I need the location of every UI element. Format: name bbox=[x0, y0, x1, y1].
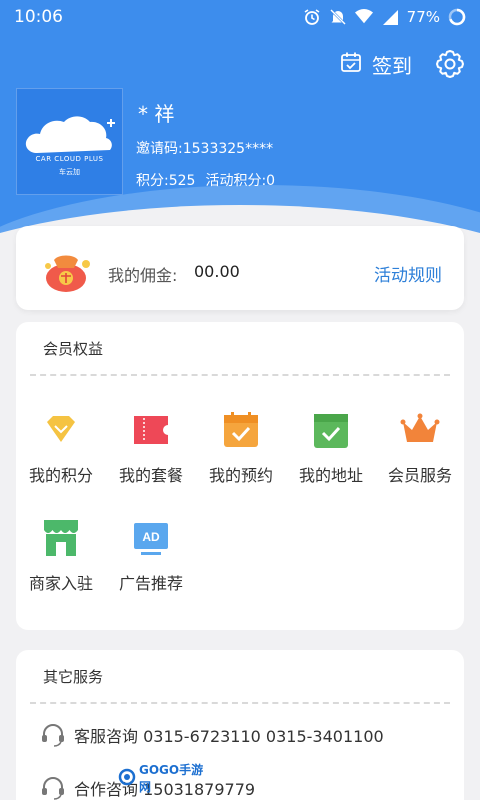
benefit-label: 广告推荐 bbox=[118, 574, 183, 593]
signal-icon bbox=[381, 8, 399, 26]
signin-button[interactable]: 签到 bbox=[340, 50, 412, 79]
benefit-label: 我的预约 bbox=[208, 466, 273, 485]
battery-icon bbox=[448, 8, 466, 26]
headset-icon bbox=[42, 777, 64, 800]
watermark-text: GOGO手游网 bbox=[139, 763, 204, 794]
service-row-customer[interactable]: 客服咨询 0315-6723110 0315-3401100 bbox=[40, 722, 384, 748]
user-name: * 祥 bbox=[138, 102, 175, 126]
commission-card: 我的佣金: 00.00 活动规则 bbox=[16, 226, 464, 310]
alarm-icon bbox=[303, 8, 321, 26]
gear-icon bbox=[436, 50, 464, 78]
status-bar: 10:06 77% bbox=[0, 0, 480, 34]
signin-label: 签到 bbox=[372, 54, 412, 78]
points-row: 积分:525 活动积分:0 bbox=[136, 170, 275, 190]
activity-points: 活动积分:0 bbox=[205, 173, 276, 189]
crown-icon bbox=[400, 413, 440, 442]
benefits-card: 会员权益 我的积分 我的套餐 我的预约 我的地址 会员服务 商家入驻 AD 广告… bbox=[16, 322, 464, 630]
benefit-item-member-service[interactable]: 会员服务 bbox=[378, 410, 462, 486]
commission-label: 我的佣金: bbox=[108, 266, 178, 285]
watermark: GOGO手游网 bbox=[118, 763, 208, 794]
benefit-label: 我的积分 bbox=[28, 466, 93, 485]
benefits-title: 会员权益 bbox=[43, 340, 104, 358]
benefit-item-points[interactable]: 我的积分 bbox=[19, 410, 103, 486]
ad-screen-icon: AD bbox=[134, 523, 168, 555]
benefit-item-ads[interactable]: AD 广告推荐 bbox=[109, 518, 193, 594]
headset-icon bbox=[42, 724, 64, 747]
mute-icon bbox=[329, 8, 347, 26]
divider bbox=[30, 702, 450, 704]
commission-value: 00.00 bbox=[194, 262, 240, 281]
logo-subtext: 车云加 bbox=[59, 168, 80, 176]
money-bag-icon bbox=[45, 255, 90, 292]
benefit-item-package[interactable]: 我的套餐 bbox=[109, 410, 193, 486]
svg-text:AD: AD bbox=[142, 530, 160, 544]
invite-code: 邀请码:1533325**** bbox=[136, 141, 274, 157]
benefit-item-booking[interactable]: 我的预约 bbox=[199, 410, 283, 486]
activity-rules-link[interactable]: 活动规则 bbox=[374, 261, 442, 286]
benefit-label: 商家入驻 bbox=[28, 574, 93, 593]
benefit-item-merchant[interactable]: 商家入驻 bbox=[19, 518, 103, 594]
battery-percent: 77% bbox=[406, 8, 440, 26]
service-text: 客服咨询 0315-6723110 0315-3401100 bbox=[74, 727, 384, 746]
ticket-icon bbox=[134, 416, 168, 444]
diamond-icon bbox=[47, 416, 75, 442]
watermark-logo-icon bbox=[118, 768, 136, 789]
calendar-check-icon bbox=[224, 412, 258, 447]
calendar-icon bbox=[340, 51, 362, 78]
other-services-title: 其它服务 bbox=[43, 668, 104, 686]
status-time: 10:06 bbox=[14, 7, 63, 27]
logo-text: CAR CLOUD PLUS bbox=[35, 155, 104, 163]
benefit-item-address[interactable]: 我的地址 bbox=[289, 410, 373, 486]
avatar[interactable]: CAR CLOUD PLUS 车云加 bbox=[16, 88, 123, 195]
store-icon bbox=[44, 520, 78, 556]
benefit-label: 会员服务 bbox=[387, 466, 452, 485]
benefit-label: 我的套餐 bbox=[118, 466, 183, 485]
benefit-label: 我的地址 bbox=[298, 466, 363, 485]
other-services-card: 其它服务 客服咨询 0315-6723110 0315-3401100 合作咨询… bbox=[16, 650, 464, 800]
wifi-icon bbox=[354, 8, 373, 26]
divider bbox=[30, 374, 450, 376]
settings-button[interactable] bbox=[434, 48, 466, 80]
box-check-icon bbox=[314, 414, 348, 448]
points: 积分:525 bbox=[136, 173, 196, 189]
